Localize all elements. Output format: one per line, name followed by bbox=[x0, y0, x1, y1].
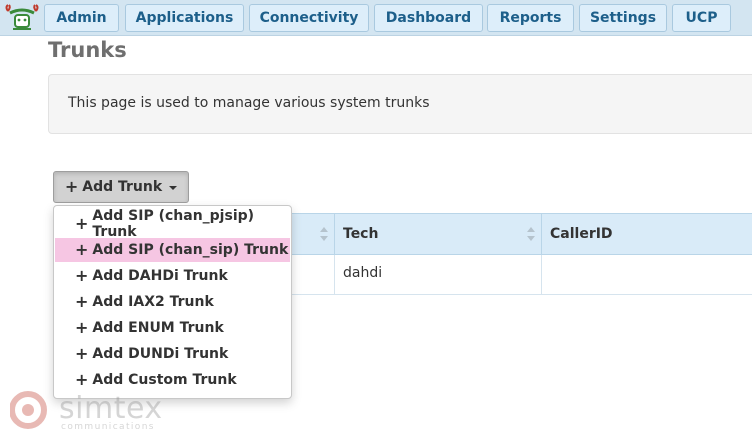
caret-down-icon bbox=[169, 186, 178, 190]
plus-icon: + bbox=[75, 318, 89, 337]
table-cell: dahdi bbox=[334, 255, 542, 295]
sort-icon bbox=[527, 227, 535, 241]
plus-icon: + bbox=[75, 370, 89, 389]
add-trunk-label: Add Trunk bbox=[82, 179, 163, 195]
watermark-logo-icon bbox=[10, 391, 47, 429]
nav-settings[interactable]: Settings bbox=[579, 4, 667, 32]
plus-icon: + bbox=[75, 214, 89, 233]
menu-item-label: Add IAX2 Trunk bbox=[92, 294, 214, 310]
nav-admin[interactable]: Admin bbox=[44, 4, 119, 32]
table-cell bbox=[541, 255, 752, 295]
menu-item-add-sip-pjsip[interactable]: + Add SIP (chan_pjsip) Trunk bbox=[55, 208, 290, 240]
menu-item-add-dundi[interactable]: + Add DUNDi Trunk bbox=[55, 342, 290, 366]
nav-reports[interactable]: Reports bbox=[487, 4, 574, 32]
menu-item-label: Add DAHDi Trunk bbox=[92, 268, 228, 284]
menu-item-label: Add Custom Trunk bbox=[92, 372, 237, 388]
add-trunk-dropdown-menu: + Add SIP (chan_pjsip) Trunk + Add SIP (… bbox=[53, 205, 292, 399]
menu-item-add-dahdi[interactable]: + Add DAHDi Trunk bbox=[55, 264, 290, 288]
menu-item-label: Add SIP (chan_sip) Trunk bbox=[92, 242, 289, 258]
column-header-name[interactable] bbox=[290, 213, 335, 255]
page-description-box: This page is used to manage various syst… bbox=[48, 74, 752, 134]
plus-icon: + bbox=[75, 344, 89, 363]
nav-applications[interactable]: Applications bbox=[125, 4, 244, 32]
plus-icon: + bbox=[75, 266, 89, 285]
watermark-tagline: communications bbox=[61, 422, 155, 432]
menu-item-add-iax2[interactable]: + Add IAX2 Trunk bbox=[55, 290, 290, 314]
watermark-logo: simtex communications bbox=[10, 388, 190, 438]
top-nav-bar: Admin Applications Connectivity Dashboar… bbox=[0, 0, 752, 36]
column-header-label: CallerID bbox=[550, 226, 613, 242]
watermark-brand: simtex bbox=[59, 391, 163, 426]
cell-text: dahdi bbox=[343, 265, 383, 281]
column-header-tech[interactable]: Tech bbox=[334, 213, 542, 255]
menu-item-label: Add DUNDi Trunk bbox=[92, 346, 229, 362]
menu-item-label: Add SIP (chan_pjsip) Trunk bbox=[92, 208, 255, 240]
plus-icon: + bbox=[75, 240, 89, 259]
menu-item-add-enum[interactable]: + Add ENUM Trunk bbox=[55, 316, 290, 340]
page-description: This page is used to manage various syst… bbox=[68, 95, 430, 111]
plus-icon: + bbox=[75, 292, 89, 311]
nav-dashboard[interactable]: Dashboard bbox=[374, 4, 483, 32]
add-trunk-button[interactable]: + Add Trunk bbox=[53, 171, 189, 203]
column-header-label: Tech bbox=[343, 226, 379, 242]
freepbx-logo-icon[interactable] bbox=[2, 3, 42, 33]
nav-connectivity[interactable]: Connectivity bbox=[249, 4, 369, 32]
menu-item-add-sip-chansip[interactable]: + Add SIP (chan_sip) Trunk bbox=[55, 238, 290, 262]
menu-item-label: Add ENUM Trunk bbox=[92, 320, 224, 336]
sort-icon bbox=[320, 227, 328, 241]
nav-ucp[interactable]: UCP bbox=[672, 4, 731, 32]
table-cell bbox=[290, 255, 335, 295]
column-header-callerid[interactable]: CallerID bbox=[541, 213, 752, 255]
plus-icon: + bbox=[64, 177, 79, 196]
page-title: Trunks bbox=[48, 38, 127, 62]
